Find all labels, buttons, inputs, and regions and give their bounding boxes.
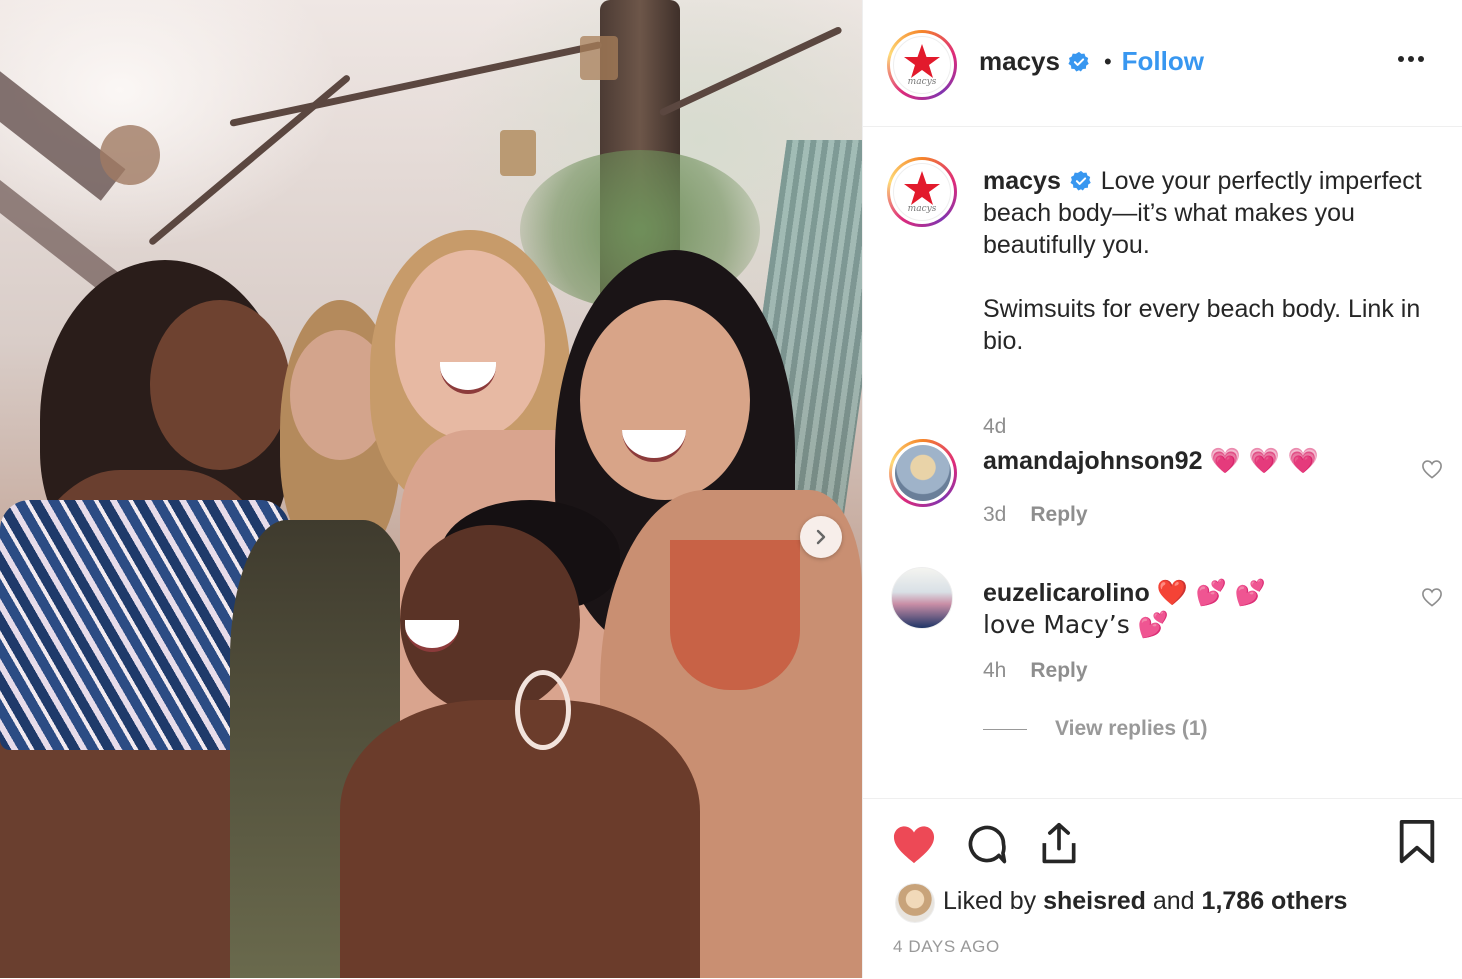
comment-meta: 4h Reply [983,659,1088,683]
account-avatar[interactable]: macys [887,30,957,100]
likes-user[interactable]: sheisred [1043,887,1146,915]
next-image-button[interactable] [800,516,842,558]
photo-swimsuit [670,540,800,690]
share-upload-icon [1042,822,1076,864]
post-side-panel: macys macys • Follow macys macys Love yo… [862,0,1462,978]
like-comment-button[interactable] [1421,459,1443,484]
photo-person-face [580,300,750,500]
reply-button[interactable]: Reply [1030,659,1087,682]
caption-username[interactable]: macys [983,167,1061,195]
comment-button[interactable] [965,823,1009,872]
macys-logo: macys [893,163,951,221]
photo-person-face [395,250,545,440]
caption-avatar[interactable]: macys [887,157,957,227]
bookmark-icon [1399,819,1435,864]
post-photo[interactable] [0,0,862,978]
post-timestamp[interactable]: 4 DAYS AGO [893,937,1000,957]
comment-username[interactable]: amandajohnson92 [983,447,1203,475]
photo-beam [0,40,126,201]
more-options-icon [1398,56,1424,62]
photo-person-face [150,300,290,470]
comment-bubble-icon [968,825,1007,864]
photo-person-body [340,700,700,978]
comment-age[interactable]: 3d [983,503,1006,526]
comment-text: euzelicarolino ❤️ 💕 💕 love Macy’s 💕 [983,577,1323,641]
view-replies-divider [983,728,1027,730]
heart-filled-icon [893,826,935,864]
photo-earring [515,670,571,750]
header-separator: • [1103,48,1112,74]
more-options-button[interactable] [1397,50,1425,68]
header-username[interactable]: macys [979,46,1060,77]
like-button[interactable] [891,823,937,870]
heart-outline-icon [1422,588,1442,607]
photo-lantern [500,130,536,176]
photo-lantern [580,36,618,80]
verified-badge-icon [1068,51,1089,72]
comment-text: amandajohnson92 💗 💗 💗 [983,445,1403,477]
macys-logo-text: macys [907,77,937,87]
likes-prefix: Liked by [943,887,1037,915]
comment-username[interactable]: euzelicarolino [983,579,1150,607]
like-comment-button[interactable] [1421,587,1443,612]
photo-branch [147,73,352,247]
save-button[interactable] [1397,819,1437,870]
verified-badge-icon [1070,170,1091,191]
caption-body-2: Swimsuits for every beach body. Link in … [983,295,1421,355]
share-button[interactable] [1037,821,1081,872]
post-header: macys macys • Follow [863,0,1462,127]
comment-avatar-photo [895,445,951,501]
comment-avatar[interactable] [891,567,953,629]
macys-logo: macys [893,36,951,94]
photo-branch [658,25,843,117]
comment-body: 💗 💗 💗 [1209,446,1319,475]
heart-outline-icon [1422,460,1442,479]
reply-button[interactable]: Reply [1030,503,1087,526]
follow-button[interactable]: Follow [1122,46,1204,77]
view-replies-button[interactable]: View replies (1) [983,717,1208,741]
likes-summary: Liked by sheisred and 1,786 others [943,887,1347,916]
comment-meta: 3d Reply [983,503,1088,527]
likes-others[interactable]: 1,786 others [1202,887,1348,915]
macys-logo-text: macys [907,204,937,214]
post-actions: Liked by sheisred and 1,786 others 4 DAY… [863,798,1462,979]
likes-conj: and [1152,887,1195,915]
caption-text: macys Love your perfectly imperfect beac… [983,165,1443,357]
view-replies-label: View replies (1) [1055,717,1208,740]
photo-lantern [100,125,160,185]
comment-avatar[interactable] [889,439,957,507]
comments-section: macys macys Love your perfectly imperfec… [863,127,1462,797]
photo-branch [229,41,603,127]
chevron-right-icon [816,529,826,545]
comment-age[interactable]: 4h [983,659,1006,682]
caption-age[interactable]: 4d [983,415,1006,439]
liker-avatar[interactable] [895,883,935,923]
